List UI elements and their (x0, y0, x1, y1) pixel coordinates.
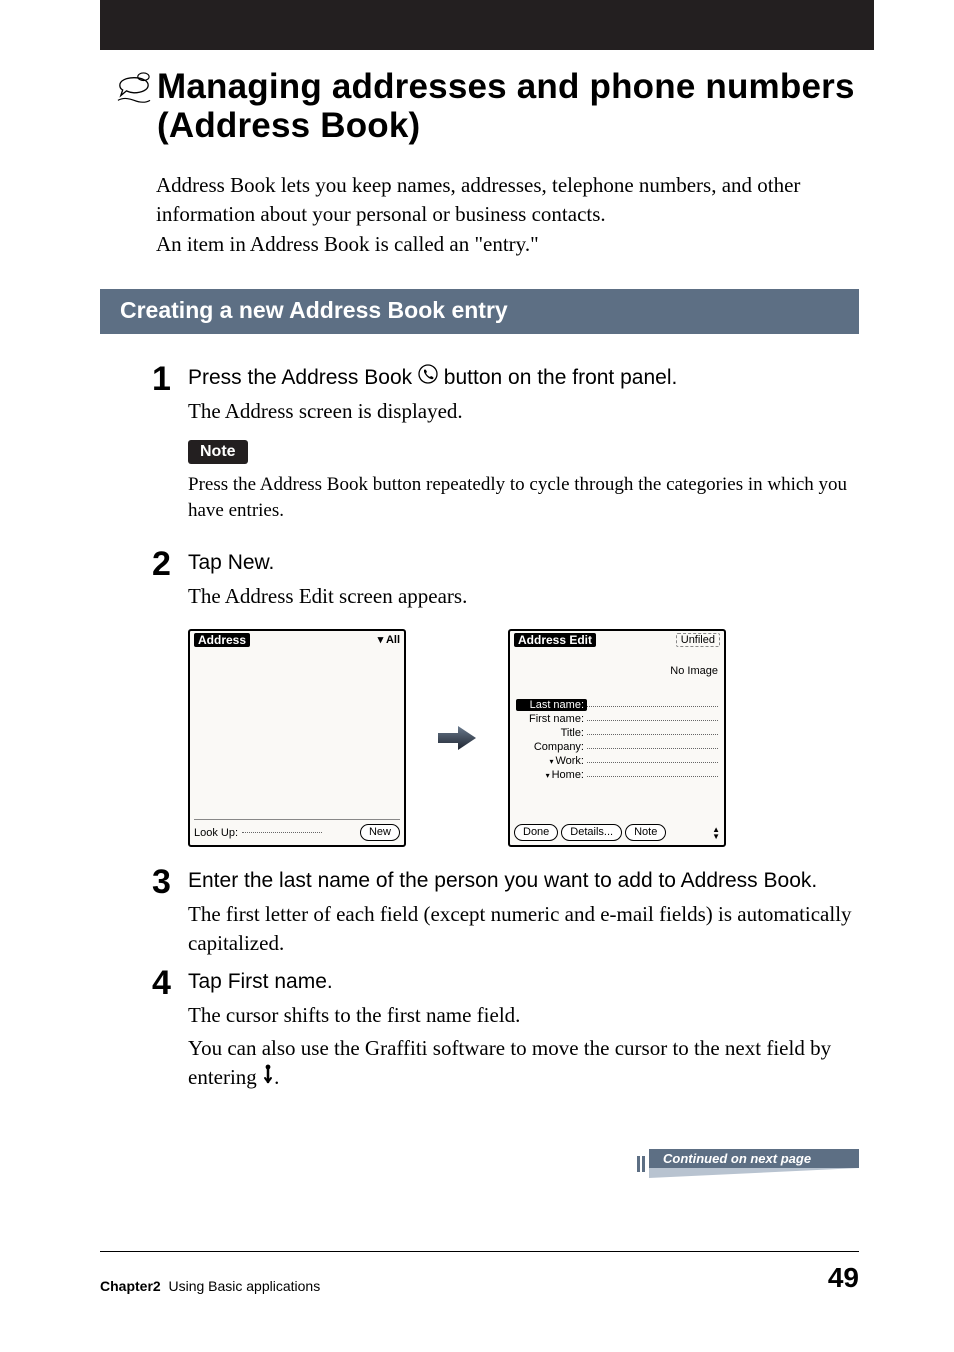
screen-left-title: Address (194, 633, 250, 647)
work-label[interactable]: ▾Work: (516, 755, 587, 767)
title-field-label[interactable]: Title: (516, 727, 587, 739)
intro-paragraph-1: Address Book lets you keep names, addres… (156, 171, 859, 230)
step-4-body-1: The cursor shifts to the first name fiel… (188, 1001, 859, 1030)
title-field[interactable] (587, 732, 718, 735)
company-field[interactable] (587, 746, 718, 749)
continued-on-next-page: Continued on next page (637, 1149, 859, 1178)
details-button[interactable]: Details... (561, 824, 622, 841)
footer-chapter: Chapter2 Using Basic applications (100, 1278, 320, 1294)
note-button[interactable]: Note (625, 824, 666, 841)
scroll-arrows[interactable]: ▲▼ (712, 826, 720, 840)
step-1-body: The Address screen is displayed. (188, 397, 859, 426)
page-number: 49 (828, 1262, 859, 1294)
step-1-title: Press the Address Book button on the fro… (188, 364, 859, 393)
first-name-field[interactable] (587, 718, 718, 721)
screen-right-title: Address Edit (514, 633, 596, 647)
done-button[interactable]: Done (514, 824, 558, 841)
address-list-screen: Address ▾ All Look Up: New (188, 629, 406, 847)
lookup-label: Look Up: (194, 827, 238, 839)
arrow-right-icon (436, 723, 478, 753)
address-edit-screen: Address Edit Unfiled No Image Last name:… (508, 629, 726, 847)
work-field[interactable] (587, 760, 718, 763)
section-heading: Creating a new Address Book entry (100, 289, 859, 334)
step-1-number: 1 (152, 364, 188, 541)
step-4-title: Tap First name. (188, 968, 859, 996)
page-title: Managing addresses and phone numbers (Ad… (157, 68, 859, 145)
lookup-input[interactable] (242, 832, 322, 833)
note-text: Press the Address Book button repeatedly… (188, 472, 859, 523)
note-label: Note (188, 440, 248, 464)
new-button[interactable]: New (360, 824, 400, 841)
step-4-number: 4 (152, 968, 188, 1095)
graffiti-stroke-icon (262, 1064, 274, 1094)
last-name-field[interactable] (587, 704, 718, 707)
screen-left-category[interactable]: ▾ All (378, 633, 400, 647)
no-image-label: No Image (510, 649, 724, 677)
step-2-number: 2 (152, 549, 188, 859)
step-2-body: The Address Edit screen appears. (188, 582, 859, 611)
step-2-title: Tap New. (188, 549, 859, 577)
header-bar (100, 0, 874, 50)
step-3-body: The first letter of each field (except n… (188, 900, 859, 959)
last-name-label[interactable]: Last name: (516, 699, 587, 711)
home-field[interactable] (587, 774, 718, 777)
intro-paragraph-2: An item in Address Book is called an "en… (156, 230, 859, 259)
screen-right-category[interactable]: Unfiled (676, 633, 720, 647)
home-label[interactable]: ▾Home: (516, 769, 587, 781)
step-3-number: 3 (152, 867, 188, 958)
first-name-label[interactable]: First name: (516, 713, 587, 725)
company-label[interactable]: Company: (516, 741, 587, 753)
phone-handset-icon (418, 364, 438, 392)
step-3-title: Enter the last name of the person you wa… (188, 867, 859, 895)
address-book-section-icon (115, 72, 153, 106)
step-4-body-2: You can also use the Graffiti software t… (188, 1034, 859, 1095)
